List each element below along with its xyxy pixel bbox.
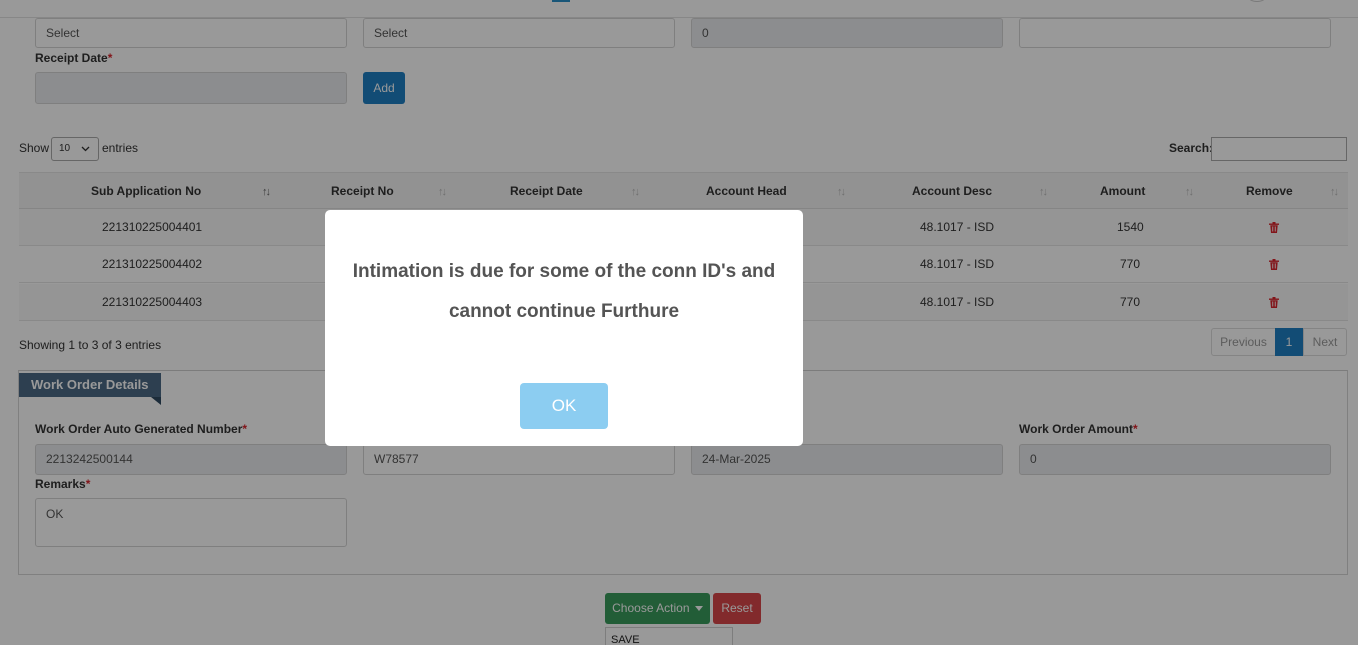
alert-message: Intimation is due for some of the conn I… — [345, 252, 783, 332]
alert-dialog: Intimation is due for some of the conn I… — [325, 210, 803, 446]
ok-button[interactable]: OK — [520, 383, 608, 429]
alert-message-line-2: cannot continue Furthure — [448, 301, 680, 322]
alert-message-line-1: Intimation is due for some of the conn I… — [352, 261, 776, 282]
